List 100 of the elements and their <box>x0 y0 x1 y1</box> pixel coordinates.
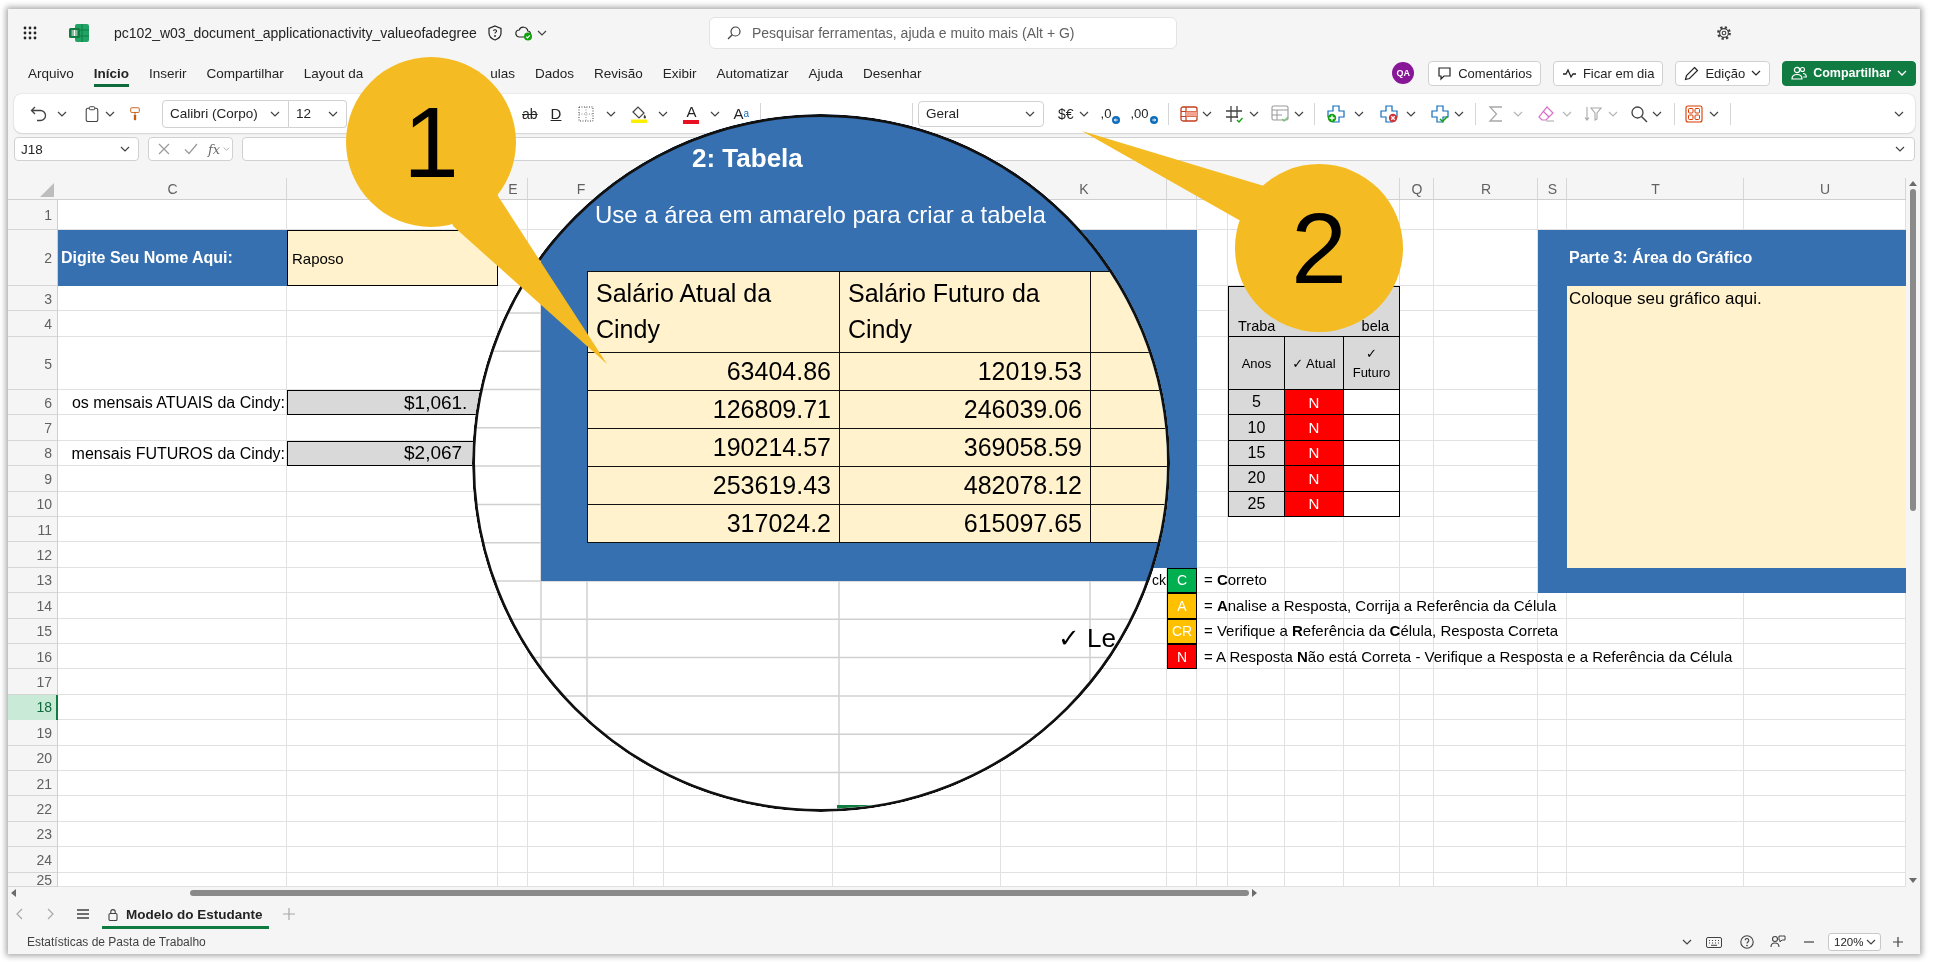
ribbon-tab[interactable]: Desenhar <box>863 59 922 87</box>
column-header[interactable]: S <box>1547 181 1558 197</box>
column-header[interactable]: K <box>1079 181 1089 197</box>
row-header[interactable]: 4 <box>8 311 58 337</box>
caret-icon[interactable] <box>1895 146 1905 152</box>
row-header[interactable]: 12 <box>8 542 58 568</box>
ribbon-tab[interactable]: Início <box>93 59 130 87</box>
format-cells-icon[interactable] <box>1430 104 1449 123</box>
add-ins-icon[interactable] <box>1684 104 1703 123</box>
caret-icon[interactable] <box>1293 110 1304 117</box>
delete-cells-icon[interactable] <box>1379 104 1398 123</box>
hash-grid-icon[interactable] <box>1224 104 1243 123</box>
caret-icon[interactable] <box>536 29 547 36</box>
row-header[interactable]: 5 <box>8 337 58 390</box>
row-header[interactable]: 18 <box>8 694 58 721</box>
ribbon-tab[interactable]: Exibir <box>662 59 697 87</box>
account-avatar[interactable]: QA <box>1392 62 1415 84</box>
row-header[interactable]: 7 <box>8 415 58 441</box>
caret-icon[interactable] <box>105 110 115 117</box>
workbook-statistics-link[interactable]: Estatísticas de Pasta de Trabalho <box>27 935 206 949</box>
settings-icon[interactable] <box>1716 24 1732 41</box>
app-launcher-icon[interactable] <box>23 25 37 40</box>
caret-icon[interactable] <box>710 110 721 117</box>
search-icon[interactable] <box>1629 104 1648 123</box>
caret-icon[interactable] <box>1405 110 1416 117</box>
row-header[interactable]: 10 <box>8 491 58 517</box>
currency-format-button[interactable]: $€ <box>1058 103 1074 124</box>
format-painter-icon[interactable] <box>128 106 142 121</box>
clipboard-icon[interactable] <box>84 105 100 122</box>
row-header[interactable]: 15 <box>8 618 58 644</box>
editing-button[interactable]: Edição <box>1675 60 1771 86</box>
row-header[interactable]: 2 <box>8 230 58 286</box>
column-header[interactable]: T <box>1651 181 1660 197</box>
font-size-dropdown[interactable]: 12 <box>289 99 347 128</box>
caret-icon[interactable] <box>1248 110 1259 117</box>
decimal-button[interactable]: ,00 <box>1130 103 1158 124</box>
scrollbar-thumb[interactable] <box>1910 189 1916 511</box>
row-header[interactable]: 20 <box>8 745 58 771</box>
row-header[interactable]: 8 <box>8 440 58 467</box>
eraser-icon[interactable] <box>1536 104 1555 123</box>
caret-icon[interactable] <box>606 110 617 117</box>
check-icon[interactable] <box>184 142 198 156</box>
zoom-dropdown[interactable]: 120% <box>1828 933 1881 951</box>
ribbon-tab[interactable]: Layout da <box>303 59 364 87</box>
column-header[interactable]: F <box>576 181 586 197</box>
double-underline-button[interactable]: D <box>550 103 562 124</box>
name-input-cell[interactable]: Raposo <box>287 230 498 286</box>
row-header[interactable]: 17 <box>8 669 58 695</box>
column-header[interactable]: E <box>508 181 518 197</box>
ribbon-tab[interactable]: Dados <box>534 59 574 87</box>
column-header[interactable]: C <box>167 181 178 197</box>
ribbon-tab[interactable]: Arquivo <box>28 59 74 87</box>
column-header[interactable]: Q <box>1411 181 1423 197</box>
caret-icon[interactable] <box>658 110 669 117</box>
scroll-up-icon[interactable] <box>1909 181 1917 186</box>
menu-icon[interactable] <box>76 907 90 921</box>
caret-icon[interactable] <box>1866 939 1876 945</box>
help-icon[interactable] <box>1740 935 1754 949</box>
scroll-down-icon[interactable] <box>1909 878 1917 883</box>
sheet-tab[interactable]: Modelo do Estudante <box>102 899 269 929</box>
caret-icon[interactable] <box>1651 110 1662 117</box>
scroll-right-icon[interactable] <box>1252 888 1257 897</box>
row-header[interactable]: 21 <box>8 770 58 797</box>
scroll-left-icon[interactable] <box>11 888 16 897</box>
search-field[interactable]: Pesquisar ferramentas, ajuda e muito mais (Alt + G) <box>709 16 1177 49</box>
row-header[interactable]: 13 <box>8 567 58 594</box>
caret-icon[interactable] <box>1453 110 1464 117</box>
ribbon-tab[interactable]: ulas <box>490 59 515 87</box>
row-header[interactable]: 1 <box>8 200 58 230</box>
row-header[interactable]: 14 <box>8 593 58 619</box>
fill-color-icon[interactable] <box>630 104 649 123</box>
row-header[interactable]: 9 <box>8 466 58 492</box>
insert-function-button[interactable]: fx <box>208 141 221 157</box>
insert-cells-icon[interactable] <box>1326 104 1345 123</box>
row-header[interactable]: 25 <box>8 872 58 887</box>
number-format-dropdown[interactable]: Geral <box>918 100 1044 127</box>
name-box[interactable]: J18 <box>14 137 139 161</box>
column-header[interactable]: R <box>1480 181 1492 197</box>
caret-icon[interactable] <box>1201 110 1212 117</box>
scrollbar-thumb[interactable] <box>190 889 1249 896</box>
row-header[interactable]: 23 <box>8 821 58 848</box>
catch-up-button[interactable]: Ficar em dia <box>1552 60 1664 86</box>
caret-icon[interactable] <box>1353 110 1364 117</box>
zoom-in-icon[interactable] <box>1893 937 1903 947</box>
row-header[interactable]: 11 <box>8 516 58 543</box>
font-color-button[interactable]: A <box>683 103 700 124</box>
caret-icon[interactable] <box>328 110 338 117</box>
strikethrough-button[interactable]: ab <box>522 103 538 124</box>
caret-icon[interactable] <box>1894 110 1904 117</box>
share-button[interactable]: Compartilhar <box>1782 60 1916 86</box>
caret-icon[interactable] <box>1682 939 1692 945</box>
font-size-button[interactable]: A$^{a}$ <box>733 103 749 124</box>
cancel-icon[interactable] <box>158 143 170 155</box>
ribbon-tab[interactable]: Ajuda <box>808 59 844 87</box>
borders-icon[interactable] <box>578 105 595 122</box>
column-header[interactable]: U <box>1819 181 1831 197</box>
row-header[interactable]: 22 <box>8 796 58 822</box>
caret-icon[interactable] <box>120 146 130 152</box>
conditional-format-icon[interactable] <box>1179 104 1198 123</box>
feedback-icon[interactable] <box>1770 934 1786 950</box>
